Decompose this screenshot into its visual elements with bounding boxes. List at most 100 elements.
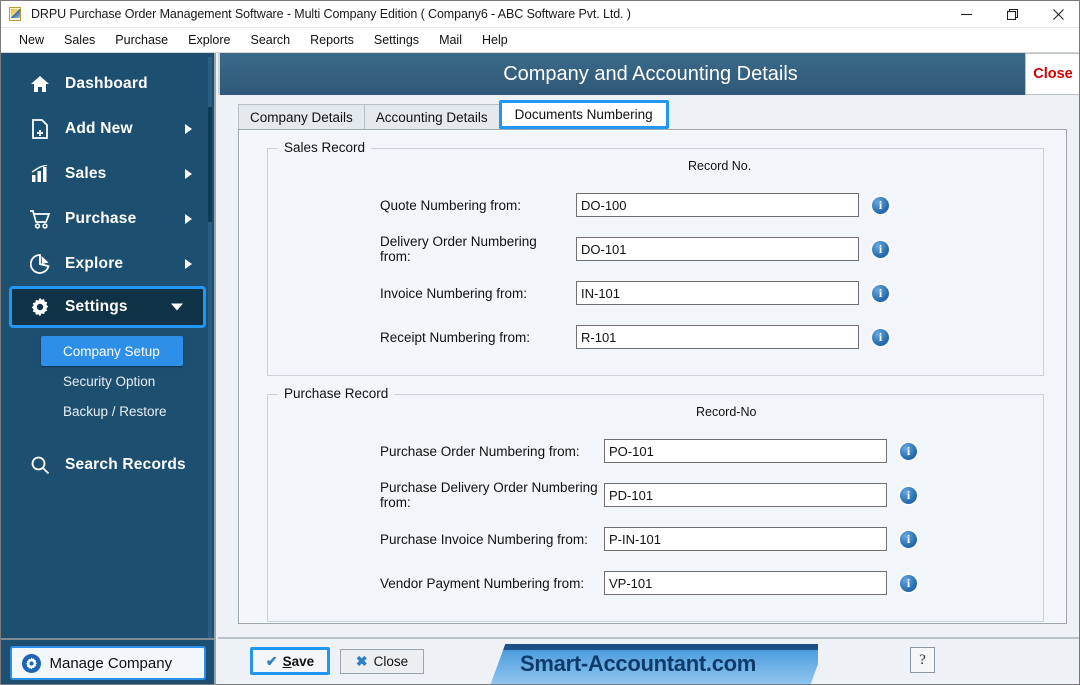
brand-label: Smart-Accountant.com bbox=[520, 651, 757, 676]
title-bar: DRPU Purchase Order Management Software … bbox=[1, 1, 1079, 28]
field-row: Purchase Delivery Order Numbering from: … bbox=[268, 473, 1043, 517]
manage-company-button[interactable]: Manage Company bbox=[9, 646, 206, 680]
cart-icon bbox=[27, 209, 53, 229]
field-row: Purchase Invoice Numbering from: i bbox=[268, 517, 1043, 561]
purchase-record-group: Purchase Record Record-No Purchase Order… bbox=[267, 386, 1044, 622]
menu-item-sales[interactable]: Sales bbox=[54, 30, 105, 50]
delivery-order-numbering-input[interactable] bbox=[576, 237, 859, 261]
close-button-label: Close bbox=[373, 654, 409, 669]
info-icon[interactable]: i bbox=[900, 530, 917, 548]
manage-company-area: Manage Company bbox=[1, 638, 214, 684]
sidebar-item-sales[interactable]: Sales bbox=[1, 151, 214, 196]
menu-item-reports[interactable]: Reports bbox=[300, 30, 364, 50]
sidebar-item-label: Settings bbox=[65, 298, 128, 315]
file-plus-icon bbox=[27, 118, 53, 139]
field-row: Vendor Payment Numbering from: i bbox=[268, 561, 1043, 605]
purchase-invoice-numbering-input[interactable] bbox=[604, 527, 887, 551]
tab-company-details[interactable]: Company Details bbox=[238, 104, 365, 129]
sidebar-item-add-new[interactable]: Add New bbox=[1, 106, 214, 151]
save-button[interactable]: ✔ Save bbox=[250, 647, 330, 675]
tab-accounting-details[interactable]: Accounting Details bbox=[363, 104, 500, 129]
page-title: Company and Accounting Details bbox=[503, 62, 798, 85]
purchase-record-legend: Purchase Record bbox=[278, 386, 395, 401]
sidebar-subitem-label: Company Setup bbox=[63, 343, 160, 359]
sidebar-item-search-records[interactable]: Search Records bbox=[1, 442, 214, 487]
menu-item-purchase[interactable]: Purchase bbox=[105, 30, 178, 50]
sidebar-item-dashboard[interactable]: Dashboard bbox=[1, 61, 214, 106]
sidebar-item-settings[interactable]: Settings bbox=[9, 286, 206, 328]
maximize-icon[interactable] bbox=[989, 1, 1035, 28]
sidebar-item-label: Search Records bbox=[65, 455, 186, 473]
page-header: Company and Accounting Details Close bbox=[218, 53, 1079, 95]
delivery-order-numbering-label: Delivery Order Numbering from: bbox=[380, 234, 537, 264]
x-icon: ✖ bbox=[355, 653, 368, 669]
sidebar-subitem-company-setup[interactable]: Company Setup bbox=[41, 336, 183, 366]
vendor-payment-numbering-label: Vendor Payment Numbering from: bbox=[380, 575, 585, 591]
receipt-numbering-label: Receipt Numbering from: bbox=[380, 329, 531, 345]
receipt-numbering-input[interactable] bbox=[576, 325, 859, 349]
chevron-right-icon bbox=[185, 123, 192, 134]
field-row: Receipt Numbering from: i bbox=[268, 315, 1043, 359]
minimize-icon[interactable] bbox=[943, 1, 989, 28]
info-icon[interactable]: i bbox=[900, 574, 917, 592]
sidebar-item-label: Purchase bbox=[65, 209, 137, 227]
sidebar-scroll-area: Dashboard Add New Sales Purchase Explore… bbox=[1, 53, 214, 638]
menu-item-help[interactable]: Help bbox=[472, 30, 518, 50]
menu-item-new[interactable]: New bbox=[9, 30, 54, 50]
sidebar-item-purchase[interactable]: Purchase bbox=[1, 196, 214, 241]
sidebar-subitem-label: Security Option bbox=[63, 373, 156, 389]
menu-bar: New Sales Purchase Explore Search Report… bbox=[1, 28, 1079, 53]
info-icon[interactable]: i bbox=[872, 284, 889, 302]
sidebar-item-label: Add New bbox=[65, 119, 133, 137]
info-icon[interactable]: i bbox=[900, 486, 917, 504]
save-accel: S bbox=[282, 653, 292, 669]
sidebar-item-label: Sales bbox=[65, 164, 107, 182]
menu-item-settings[interactable]: Settings bbox=[364, 30, 429, 50]
close-icon[interactable] bbox=[1035, 1, 1079, 28]
document-star-icon bbox=[8, 6, 24, 22]
sidebar-scrollbar[interactable] bbox=[208, 57, 212, 638]
sidebar-scrollbar-thumb[interactable] bbox=[208, 107, 212, 222]
sidebar-subitem-backup-restore[interactable]: Backup / Restore bbox=[1, 396, 214, 426]
purchase-delivery-order-numbering-label: Purchase Delivery Order Numbering from: bbox=[380, 480, 598, 510]
page-close-button[interactable]: Close bbox=[1025, 53, 1079, 95]
menu-item-search[interactable]: Search bbox=[241, 30, 301, 50]
help-button[interactable]: ? bbox=[910, 647, 935, 673]
save-button-label-rest: ave bbox=[291, 653, 315, 669]
sidebar-item-label: Dashboard bbox=[65, 74, 148, 92]
sidebar-item-label: Explore bbox=[65, 254, 124, 272]
info-icon[interactable]: i bbox=[872, 196, 889, 214]
home-icon bbox=[27, 75, 53, 93]
field-row: Purchase Order Numbering from: i bbox=[268, 429, 1043, 473]
tab-bar: Company Details Accounting Details Docum… bbox=[218, 99, 1079, 129]
menu-item-mail[interactable]: Mail bbox=[429, 30, 472, 50]
invoice-numbering-input[interactable] bbox=[576, 281, 859, 305]
sales-record-legend: Sales Record bbox=[278, 140, 372, 155]
close-button[interactable]: ✖ Close bbox=[340, 649, 424, 674]
invoice-numbering-label: Invoice Numbering from: bbox=[380, 285, 528, 301]
gear-icon bbox=[27, 297, 53, 317]
quote-numbering-label: Quote Numbering from: bbox=[380, 197, 522, 213]
vendor-payment-numbering-input[interactable] bbox=[604, 571, 887, 595]
chevron-right-icon bbox=[185, 258, 192, 269]
sidebar-subitem-security-option[interactable]: Security Option bbox=[1, 366, 214, 396]
purchase-delivery-order-numbering-input[interactable] bbox=[604, 483, 887, 507]
chevron-right-icon bbox=[185, 213, 192, 224]
main-content: Company and Accounting Details Close Com… bbox=[218, 53, 1079, 684]
quote-numbering-input[interactable] bbox=[576, 193, 859, 217]
bar-chart-icon bbox=[27, 164, 53, 183]
gear-icon bbox=[21, 653, 41, 673]
info-icon[interactable]: i bbox=[900, 442, 917, 460]
info-icon[interactable]: i bbox=[872, 240, 889, 258]
bottom-toolbar: ✔ Save ✖ Close Smart-Accountant.com ? bbox=[218, 637, 1079, 684]
search-icon bbox=[27, 455, 53, 475]
sidebar-item-explore[interactable]: Explore bbox=[1, 241, 214, 286]
window-controls bbox=[943, 1, 1079, 28]
sidebar-subitem-label: Backup / Restore bbox=[63, 403, 167, 419]
field-row: Invoice Numbering from: i bbox=[268, 271, 1043, 315]
pie-chart-icon bbox=[27, 253, 53, 274]
menu-item-explore[interactable]: Explore bbox=[178, 30, 240, 50]
tab-documents-numbering[interactable]: Documents Numbering bbox=[498, 100, 669, 129]
purchase-order-numbering-input[interactable] bbox=[604, 439, 887, 463]
info-icon[interactable]: i bbox=[872, 328, 889, 346]
